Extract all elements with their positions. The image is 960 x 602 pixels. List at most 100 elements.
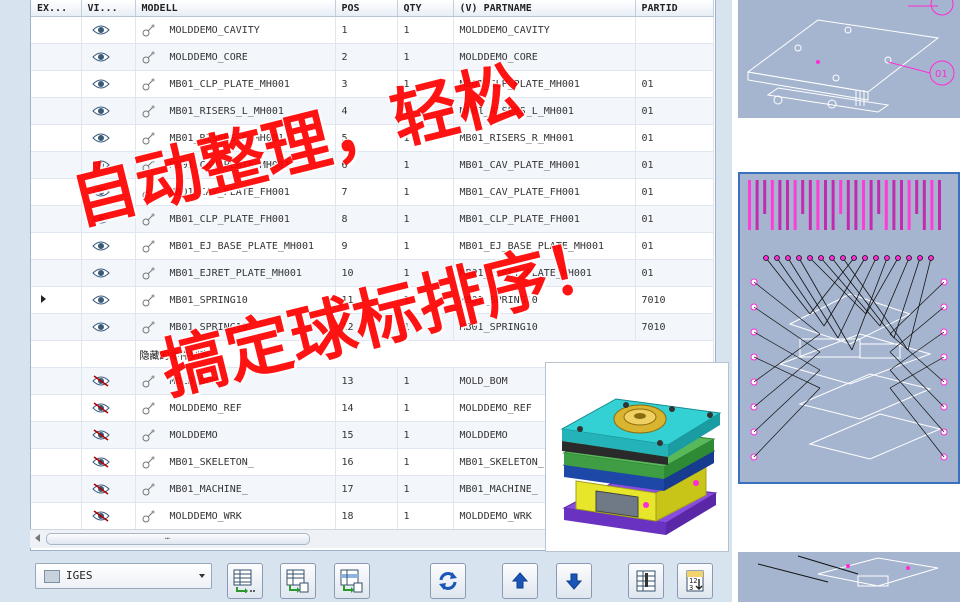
pos-cell[interactable]: 10 bbox=[335, 259, 398, 287]
partname-cell[interactable]: MB01_SPRING10 bbox=[453, 313, 636, 341]
qty-cell[interactable]: 1 bbox=[397, 421, 454, 449]
pos-cell[interactable]: 16 bbox=[335, 448, 398, 476]
visibility-cell[interactable] bbox=[81, 43, 136, 71]
pos-cell[interactable]: 7 bbox=[335, 178, 398, 206]
visibility-cell[interactable] bbox=[81, 97, 136, 125]
table-row[interactable]: MB01_CAV_PLATE_FH001 7 1 MB01_CAV_PLATE_FH0… bbox=[31, 178, 714, 206]
drawing-view-top[interactable]: 01 bbox=[738, 0, 960, 118]
qty-cell[interactable]: 1 bbox=[397, 151, 454, 179]
ex-cell[interactable] bbox=[31, 448, 82, 476]
ex-cell[interactable] bbox=[31, 178, 82, 206]
ex-cell[interactable] bbox=[31, 205, 82, 233]
pos-cell[interactable]: 2 bbox=[335, 43, 398, 71]
modell-cell[interactable]: MOLDDEMO_CAVITY bbox=[135, 16, 336, 44]
partname-cell[interactable]: MOLDDEMO_CAVITY bbox=[453, 16, 636, 44]
export-all-button[interactable] bbox=[280, 563, 316, 599]
eye-icon[interactable] bbox=[88, 160, 110, 171]
move-down-button[interactable] bbox=[556, 563, 592, 599]
visibility-cell[interactable] bbox=[81, 313, 136, 341]
modell-cell[interactable]: MB01_RISERS_R_MH001 bbox=[135, 124, 336, 152]
drawing-view-balloons-selected[interactable] bbox=[738, 172, 960, 484]
eye-icon[interactable] bbox=[88, 322, 110, 333]
col-header-qty[interactable]: QTY bbox=[397, 0, 454, 17]
partname-cell[interactable]: MB01_CLP_PLATE_FH001 bbox=[453, 205, 636, 233]
qty-cell[interactable]: 1 bbox=[397, 259, 454, 287]
eye-icon[interactable] bbox=[88, 25, 110, 36]
visibility-cell[interactable] bbox=[81, 124, 136, 152]
col-header-ex[interactable]: EX... bbox=[31, 0, 82, 17]
ex-cell[interactable] bbox=[31, 421, 82, 449]
pos-cell[interactable]: 4 bbox=[335, 97, 398, 125]
qty-cell[interactable]: 1 bbox=[397, 313, 454, 341]
pos-cell[interactable]: 13 bbox=[335, 367, 398, 395]
visibility-cell[interactable] bbox=[81, 502, 136, 530]
partname-cell[interactable]: MB01_RISERS_R_MH001 bbox=[453, 124, 636, 152]
partname-cell[interactable]: MB01_SPRING10 bbox=[453, 286, 636, 314]
modell-cell[interactable]: MB01_CAV_PLATE_MH001 bbox=[135, 151, 336, 179]
ex-cell[interactable] bbox=[31, 259, 82, 287]
col-header-partname[interactable]: (V) PARTNAME bbox=[453, 0, 636, 17]
col-header-partid[interactable]: PARTID bbox=[635, 0, 714, 17]
eye-icon[interactable] bbox=[88, 241, 110, 252]
scrollbar-thumb[interactable]: … bbox=[46, 532, 310, 545]
table-row[interactable]: MB01_SPRING10 11 1 MB01_SPRING10 7010 bbox=[31, 286, 714, 314]
refresh-button[interactable] bbox=[430, 563, 466, 599]
pos-cell[interactable]: 11 bbox=[335, 286, 398, 314]
table-row[interactable]: MB01_CLP_PLATE_MH001 3 1 MB01_CLP_PLATE_MH0… bbox=[31, 70, 714, 98]
eye-icon[interactable] bbox=[88, 52, 110, 63]
qty-cell[interactable]: 1 bbox=[397, 232, 454, 260]
export-format-select[interactable]: IGES bbox=[35, 563, 212, 589]
ex-cell[interactable] bbox=[31, 70, 82, 98]
partname-cell[interactable]: MOLDDEMO_CORE bbox=[453, 43, 636, 71]
eye-icon[interactable] bbox=[88, 79, 110, 90]
eye-hidden-icon[interactable] bbox=[88, 456, 110, 468]
modell-cell[interactable]: MB01_RISERS_L_MH001 bbox=[135, 97, 336, 125]
ex-cell[interactable] bbox=[31, 394, 82, 422]
modell-cell[interactable]: MOLDDEMO_WRK bbox=[135, 502, 336, 530]
ex-cell[interactable] bbox=[31, 286, 82, 314]
partname-cell[interactable]: MB01_CAV_PLATE_FH001 bbox=[453, 178, 636, 206]
ex-cell[interactable] bbox=[31, 502, 82, 530]
visibility-cell[interactable] bbox=[81, 205, 136, 233]
eye-hidden-icon[interactable] bbox=[88, 483, 110, 495]
partid-cell[interactable]: 7010 bbox=[635, 286, 714, 314]
partid-cell[interactable]: 01 bbox=[635, 151, 714, 179]
visibility-cell[interactable] bbox=[81, 259, 136, 287]
modell-cell[interactable]: MB01_SKELETON_ bbox=[135, 448, 336, 476]
table-row[interactable]: MOLDDEMO_CORE 2 1 MOLDDEMO_CORE bbox=[31, 43, 714, 71]
table-row[interactable]: MB01_CLP_PLATE_FH001 8 1 MB01_CLP_PLATE_FH0… bbox=[31, 205, 714, 233]
qty-cell[interactable]: 1 bbox=[397, 205, 454, 233]
partid-cell[interactable]: 01 bbox=[635, 97, 714, 125]
visibility-cell[interactable] bbox=[81, 70, 136, 98]
partid-cell[interactable]: 01 bbox=[635, 232, 714, 260]
modell-cell[interactable]: MB01_CLP_PLATE_MH001 bbox=[135, 70, 336, 98]
qty-cell[interactable]: 1 bbox=[397, 43, 454, 71]
modell-cell[interactable]: MB01_SPRING10 bbox=[135, 286, 336, 314]
modell-cell[interactable]: MB01_MACHINE_ bbox=[135, 475, 336, 503]
qty-cell[interactable]: 1 bbox=[397, 502, 454, 530]
eye-hidden-icon[interactable] bbox=[88, 429, 110, 441]
qty-cell[interactable]: 1 bbox=[397, 286, 454, 314]
qty-cell[interactable]: 1 bbox=[397, 97, 454, 125]
partid-cell[interactable] bbox=[635, 43, 714, 71]
visibility-cell[interactable] bbox=[81, 232, 136, 260]
ex-cell[interactable] bbox=[31, 232, 82, 260]
qty-cell[interactable]: 1 bbox=[397, 475, 454, 503]
qty-cell[interactable]: 1 bbox=[397, 448, 454, 476]
modell-cell[interactable]: MB01_EJRET_PLATE_MH001 bbox=[135, 259, 336, 287]
pos-cell[interactable]: 5 bbox=[335, 124, 398, 152]
partid-cell[interactable]: 01 bbox=[635, 124, 714, 152]
qty-cell[interactable]: 1 bbox=[397, 178, 454, 206]
table-row[interactable]: MB01_RISERS_L_MH001 4 1 MB01_RISERS_L_MH001… bbox=[31, 97, 714, 125]
export-list-button[interactable] bbox=[227, 563, 263, 599]
partid-cell[interactable]: 01 bbox=[635, 70, 714, 98]
ex-cell[interactable] bbox=[31, 43, 82, 71]
sort-balloons-button[interactable]: 12 3 bbox=[677, 563, 713, 599]
qty-cell[interactable]: 1 bbox=[397, 124, 454, 152]
partname-cell[interactable]: MB01_EJRET_PLATE_MH001 bbox=[453, 259, 636, 287]
qty-cell[interactable]: 1 bbox=[397, 70, 454, 98]
visibility-cell[interactable] bbox=[81, 367, 136, 395]
visibility-cell[interactable] bbox=[81, 448, 136, 476]
col-header-modell[interactable]: MODELL bbox=[135, 0, 336, 17]
eye-hidden-icon[interactable] bbox=[88, 402, 110, 414]
